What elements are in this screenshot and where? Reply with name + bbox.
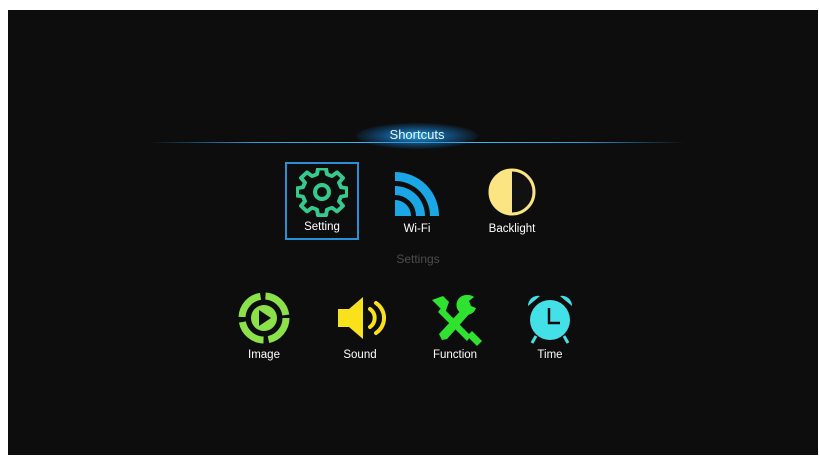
shortcuts-title: Shortcuts — [389, 127, 445, 142]
setting-label: Time — [537, 349, 563, 361]
setting-sound[interactable]: Sound — [323, 288, 397, 366]
backlight-icon — [486, 166, 538, 223]
alarm-clock-icon — [522, 292, 578, 351]
setting-label: Function — [432, 349, 478, 361]
setting-function[interactable]: Function — [418, 288, 492, 366]
shortcut-label: Wi-Fi — [403, 223, 431, 235]
setting-image[interactable]: Image — [227, 288, 301, 366]
shortcut-setting[interactable]: Setting — [285, 162, 359, 240]
setting-label: Sound — [343, 349, 377, 361]
shortcut-label: Setting — [304, 221, 340, 233]
gear-icon — [295, 166, 349, 225]
shortcut-wifi[interactable]: Wi-Fi — [380, 162, 454, 240]
tv-menu-screen: Shortcuts Setting Wi-Fi Backlight Settin… — [8, 10, 818, 455]
shortcut-label: Backlight — [488, 223, 536, 235]
setting-label: Image — [248, 349, 280, 361]
speaker-icon — [332, 292, 388, 349]
settings-section-title: Settings — [396, 252, 440, 266]
play-circle-icon — [237, 292, 291, 349]
setting-time[interactable]: Time — [513, 288, 587, 366]
tools-icon — [427, 292, 483, 351]
shortcut-backlight[interactable]: Backlight — [475, 162, 549, 240]
wifi-icon — [391, 166, 443, 223]
